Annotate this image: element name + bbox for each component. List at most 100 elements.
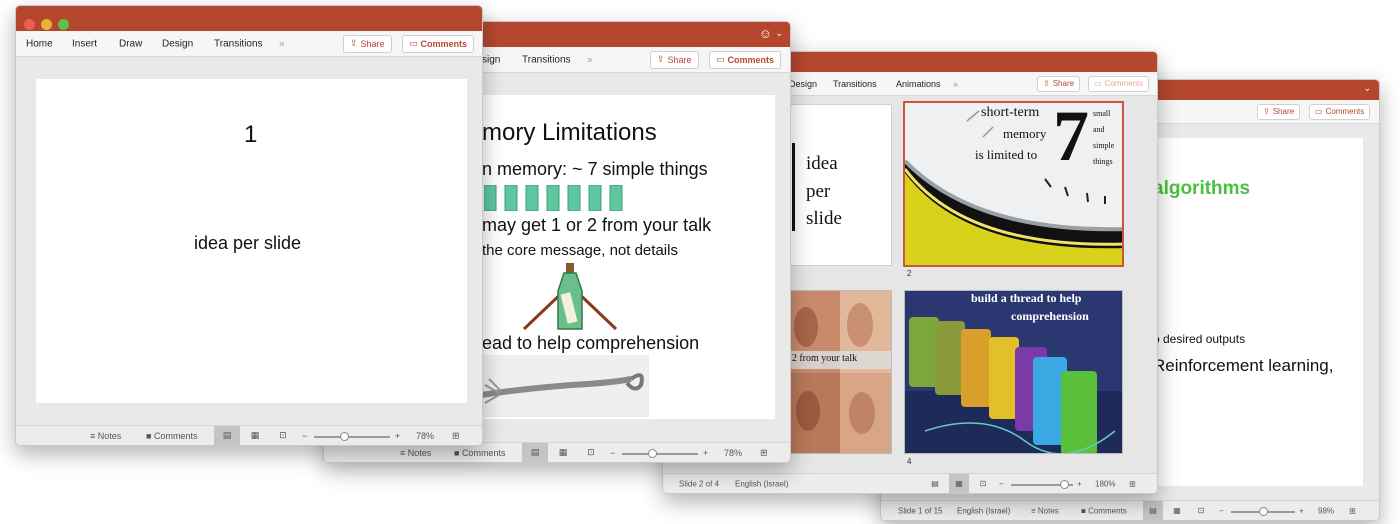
share-icon: ⇪ <box>350 38 358 48</box>
tab-transitions[interactable]: Transitions <box>522 54 571 65</box>
zoom-level[interactable]: 180% <box>1095 479 1115 488</box>
zoom-level[interactable]: 98% <box>1318 506 1334 515</box>
grid-icon: ▦ <box>250 430 260 440</box>
slide-thumbnail-2[interactable]: short-term memory is limited to 7 small … <box>903 101 1124 267</box>
fit-slide-icon[interactable]: ⊞ <box>1129 479 1136 488</box>
fit-slide-icon[interactable]: ⊞ <box>1349 506 1356 515</box>
share-button[interactable]: ⇪ Share <box>1037 75 1081 92</box>
share-button[interactable]: ⇪ Share <box>343 34 392 53</box>
thumb-text: is limited to <box>975 147 1038 162</box>
comments-status-button[interactable]: ■ Comments <box>146 431 197 441</box>
tab-draw[interactable]: Draw <box>119 38 142 49</box>
normal-view-icon: ▤ <box>222 430 232 440</box>
comment-icon: ▭ <box>1315 107 1323 116</box>
zoom-window-button[interactable] <box>58 19 69 30</box>
zoom-out-button[interactable]: − <box>1219 506 1224 515</box>
ribbon: Home Insert Draw Design Transitions » ⇪ S… <box>16 31 482 57</box>
zoom-in-button[interactable]: + <box>1077 479 1082 488</box>
comments-status-button[interactable]: ■ Comments <box>1081 506 1127 515</box>
slide-number-text: 1 <box>244 121 258 148</box>
normal-view-button[interactable]: ▤ <box>925 474 945 493</box>
window-1: Home Insert Draw Design Transitions » ⇪ S… <box>15 5 483 446</box>
thumb-text: things <box>1093 157 1113 166</box>
share-button[interactable]: ⇪ Share <box>1257 103 1301 120</box>
zoom-in-button[interactable]: + <box>703 448 708 458</box>
language[interactable]: English (Israel) <box>735 479 788 488</box>
minimize-window-button[interactable] <box>41 19 52 30</box>
zoom-knob[interactable] <box>340 431 349 441</box>
chevron-down-icon[interactable]: ⌄ <box>775 28 783 39</box>
notes-button[interactable]: ≡ Notes <box>1031 506 1059 515</box>
thumbnail-number: 4 <box>907 457 912 466</box>
notes-button[interactable]: ≡ Notes <box>90 431 121 441</box>
slide-info: Slide 2 of 4 <box>679 479 720 488</box>
comments-button[interactable]: ▭ Comments <box>709 50 782 69</box>
zoom-slider[interactable] <box>622 452 698 455</box>
comment-icon: ■ <box>1081 506 1089 515</box>
zoom-knob[interactable] <box>648 448 657 458</box>
tab-transitions[interactable]: Transitions <box>214 38 263 49</box>
tab-home[interactable]: Home <box>26 38 53 49</box>
more-tabs-icon[interactable]: » <box>587 54 593 65</box>
zoom-out-button[interactable]: − <box>610 448 615 458</box>
divider <box>792 143 795 231</box>
zoom-knob[interactable] <box>1259 506 1268 516</box>
normal-view-button[interactable]: ▤ <box>1143 501 1163 520</box>
close-window-button[interactable] <box>24 19 35 30</box>
slide-sorter-button[interactable]: ▦ <box>242 426 268 445</box>
slide-thumbnail-3[interactable]: r 2 from your talk <box>785 290 892 454</box>
slide[interactable]: 1 idea per slide <box>36 79 467 403</box>
rope-image <box>481 355 649 417</box>
tab-design[interactable]: sign <box>482 54 500 65</box>
presenter-button[interactable]: ⊡ <box>973 474 993 493</box>
tab-transitions[interactable]: Transitions <box>833 79 877 89</box>
slide-sorter-button[interactable]: ▦ <box>949 474 969 493</box>
thumb-text: memory <box>1003 126 1047 141</box>
slide-thumbnail-4[interactable]: build a thread to help comprehension <box>904 290 1123 454</box>
slide-body-text: idea per slide <box>194 233 302 253</box>
comment-icon: ■ <box>146 430 154 441</box>
zoom-in-button[interactable]: + <box>1299 506 1304 515</box>
presenter-button[interactable]: ⊡ <box>270 426 296 445</box>
tab-insert[interactable]: Insert <box>72 38 97 49</box>
more-tabs-icon[interactable]: » <box>279 38 285 49</box>
comments-button[interactable]: ▭ Comments <box>1088 75 1150 92</box>
slide-sorter-button[interactable]: ▦ <box>550 443 576 462</box>
normal-view-button[interactable]: ▤ <box>522 443 548 462</box>
zoom-out-button[interactable]: − <box>302 431 307 441</box>
slide-thumbnail-1[interactable]: idea per slide <box>785 104 892 266</box>
presenter-button[interactable]: ⊡ <box>578 443 604 462</box>
comments-button[interactable]: ▭ Comments <box>1309 103 1371 120</box>
slide[interactable]: algorithms o desired outputs Reinforceme… <box>1143 138 1363 486</box>
comments-status-button[interactable]: ■ Comments <box>454 448 505 458</box>
zoom-level[interactable]: 78% <box>416 431 434 441</box>
language[interactable]: English (Israel) <box>957 506 1010 515</box>
normal-view-button[interactable]: ▤ <box>214 426 240 445</box>
fit-slide-icon[interactable]: ⊞ <box>760 447 768 458</box>
notes-button[interactable]: ≡ Notes <box>400 448 431 458</box>
tab-design[interactable]: Design <box>789 79 817 89</box>
tab-animations[interactable]: Animations <box>896 79 941 89</box>
share-icon: ⇪ <box>657 54 665 64</box>
thumb-text: short-term <box>981 105 1040 120</box>
zoom-out-button[interactable]: − <box>999 479 1004 488</box>
grid-icon: ▦ <box>955 479 963 488</box>
chevron-down-icon[interactable]: ⌄ <box>1363 83 1371 94</box>
smiley-feedback-icon[interactable]: ☺ <box>759 26 772 41</box>
fit-slide-icon[interactable]: ⊞ <box>452 430 460 441</box>
zoom-in-button[interactable]: + <box>395 431 400 441</box>
slide-sorter-button[interactable]: ▦ <box>1167 501 1187 520</box>
zoom-level[interactable]: 78% <box>724 448 742 458</box>
thumb-title: build a thread to help <box>971 291 1082 305</box>
zoom-knob[interactable] <box>1060 479 1069 489</box>
thumb-text: simple <box>1093 141 1115 150</box>
normal-view-icon: ▤ <box>530 447 540 457</box>
comments-button[interactable]: ▭ Comments <box>402 34 475 53</box>
more-tabs-icon[interactable]: » <box>953 79 958 89</box>
tab-design[interactable]: Design <box>162 38 193 49</box>
presenter-button[interactable]: ⊡ <box>1191 501 1211 520</box>
share-button[interactable]: ⇪ Share <box>650 50 699 69</box>
zoom-slider[interactable] <box>314 435 390 438</box>
message-bottle-graphic <box>522 263 618 331</box>
stage: ⌄ s ⇪Share ▭Comments algorithms o desire… <box>0 0 1400 524</box>
